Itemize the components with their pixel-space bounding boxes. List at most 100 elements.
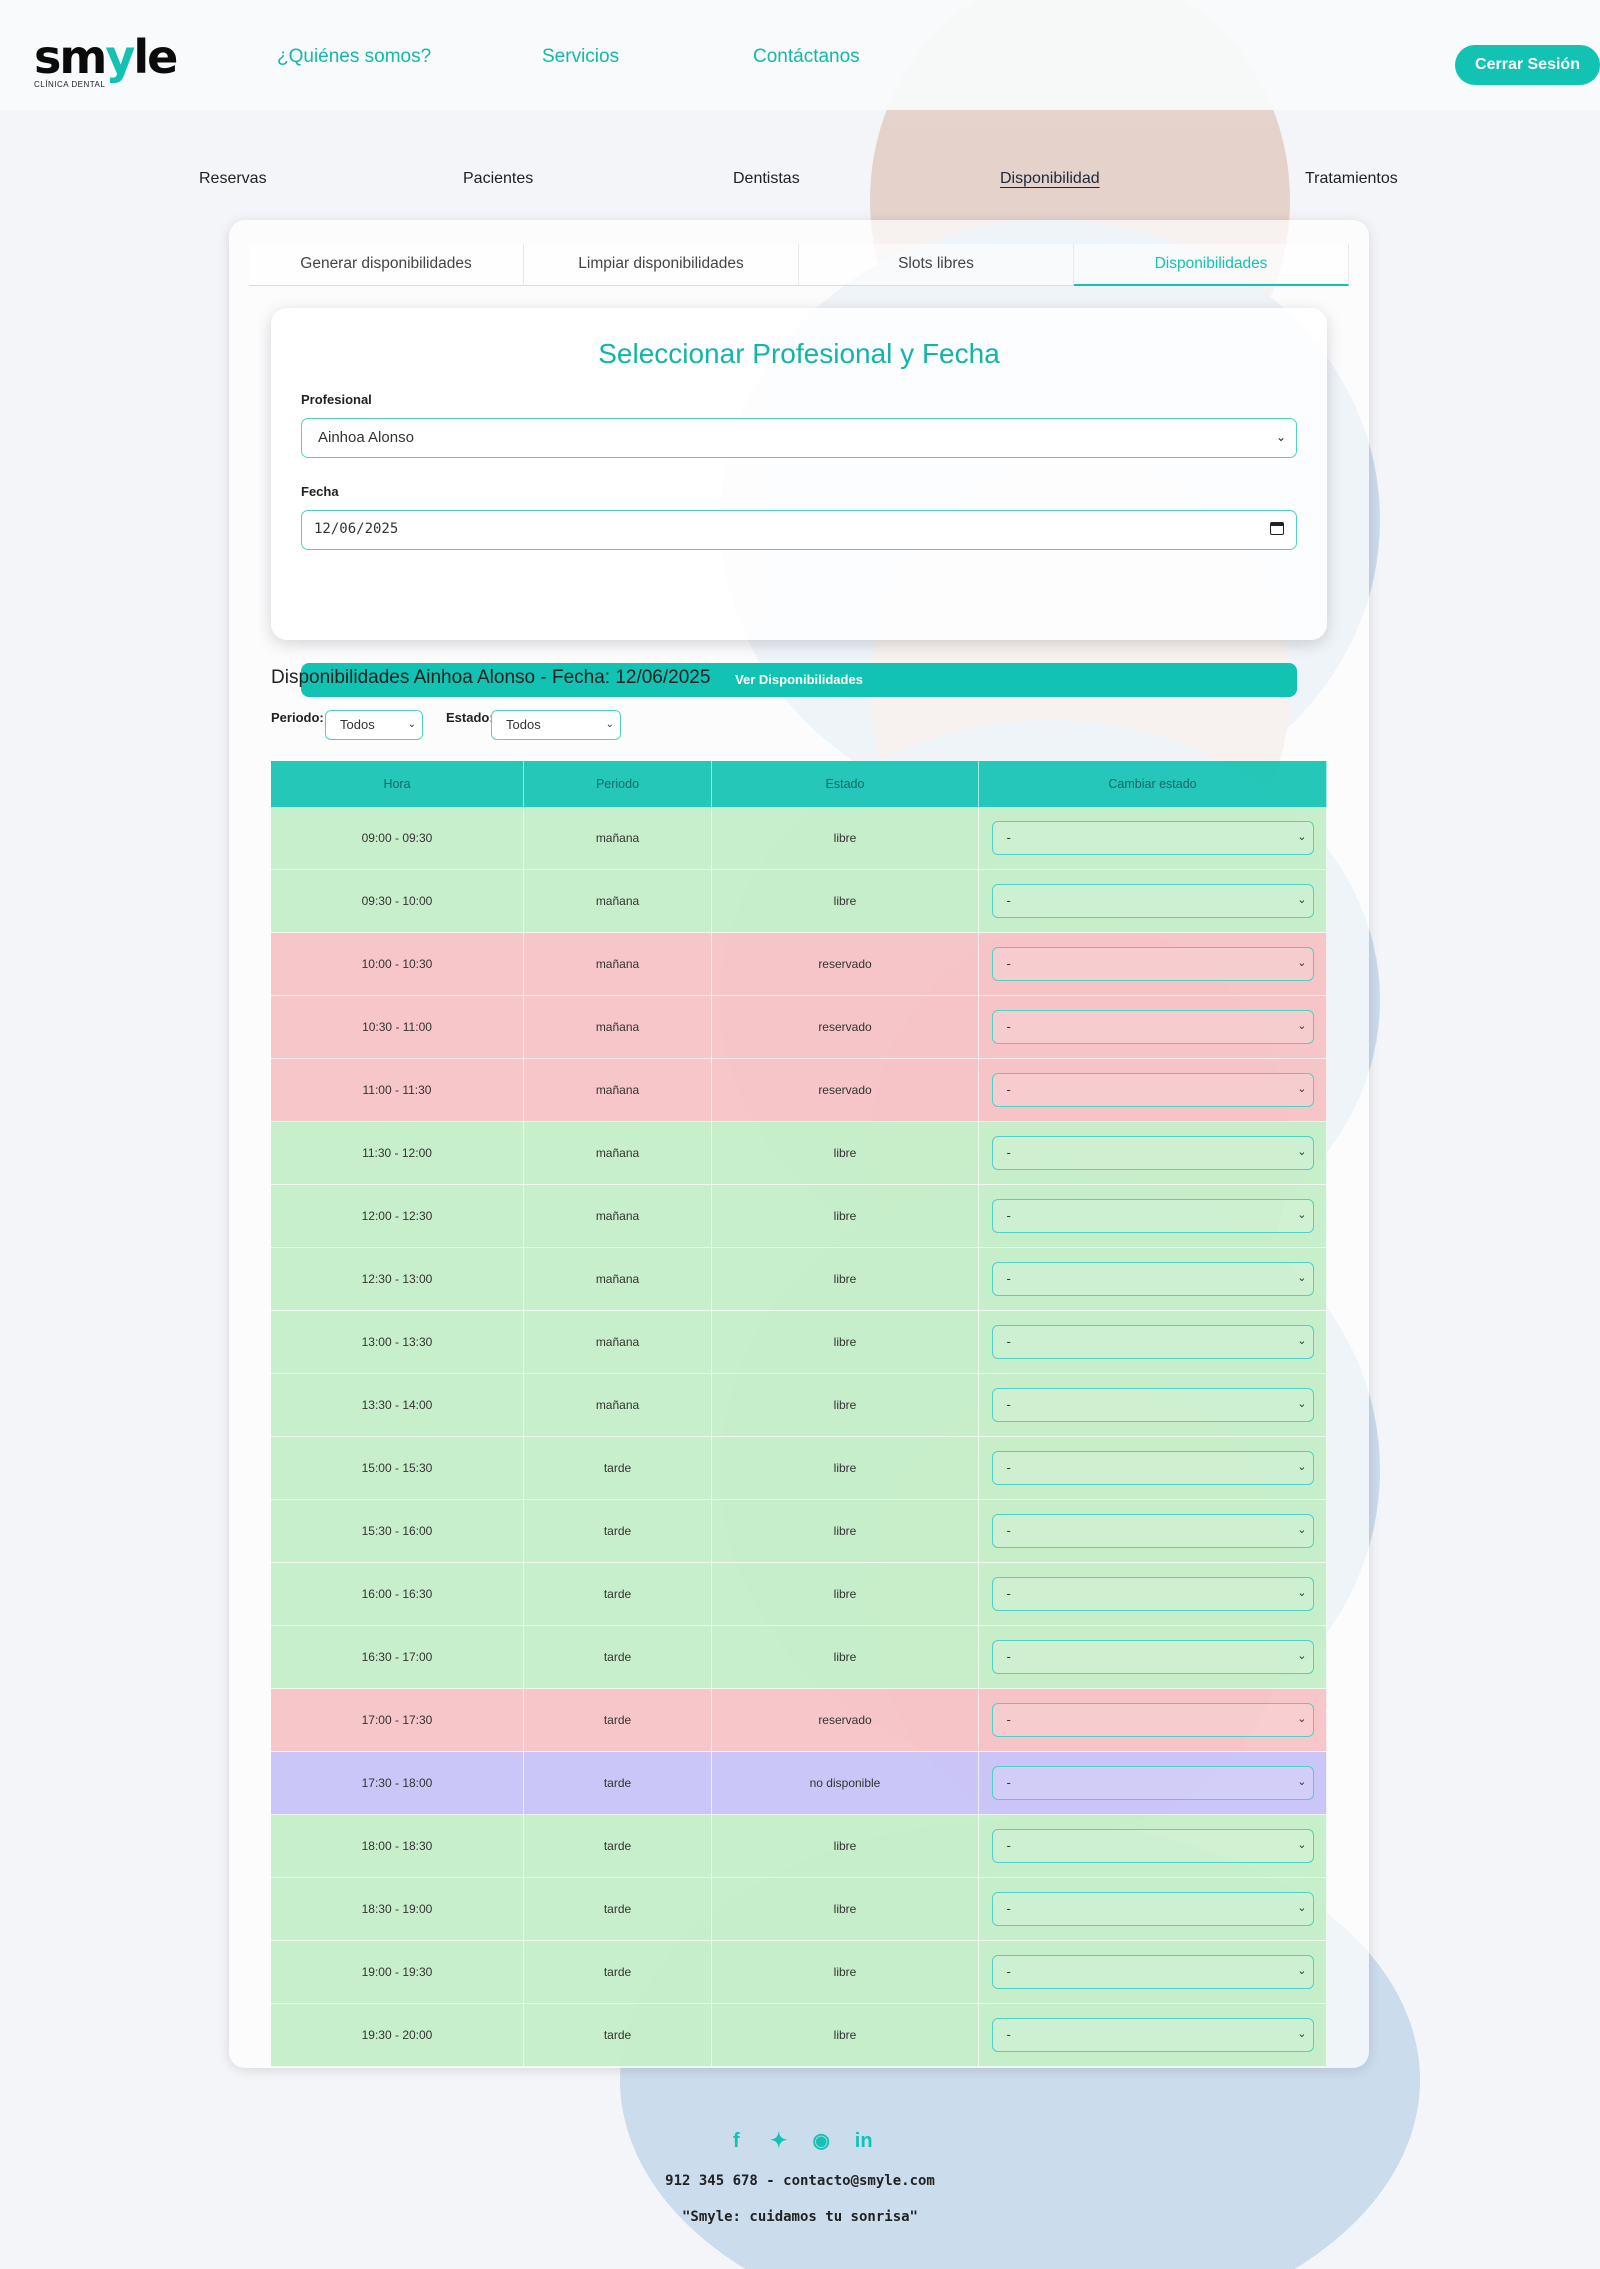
cell-hora: 13:00 - 13:30 — [271, 1310, 524, 1374]
cell-estado: reservado — [711, 1688, 979, 1752]
estado-select[interactable]: - ⌄ — [991, 1703, 1314, 1737]
cell-cambiar-estado: - ⌄ — [978, 1688, 1327, 1752]
nav-about[interactable]: ¿Quiénes somos? — [277, 46, 431, 68]
estado-select[interactable]: - ⌄ — [991, 2018, 1314, 2052]
estado-select[interactable]: - ⌄ — [991, 1955, 1314, 1989]
table-row: 13:00 - 13:30 mañana libre - ⌄ — [271, 1310, 1327, 1374]
table-row: 15:00 - 15:30 tarde libre - ⌄ — [271, 1436, 1327, 1500]
estado-select[interactable]: - ⌄ — [991, 1073, 1314, 1107]
cell-estado: libre — [711, 1940, 979, 2004]
cell-hora: 11:00 - 11:30 — [271, 1058, 524, 1122]
cell-cambiar-estado: - ⌄ — [978, 869, 1327, 933]
cell-periodo: tarde — [523, 1625, 712, 1689]
estado-select[interactable]: - ⌄ — [991, 1766, 1314, 1800]
cell-periodo: mañana — [523, 1373, 712, 1437]
estado-select-value: - — [1006, 1712, 1011, 1727]
cell-periodo: mañana — [523, 1310, 712, 1374]
estado-select[interactable]: - ⌄ — [991, 1577, 1314, 1611]
estado-select[interactable]: - ⌄ — [991, 884, 1314, 918]
cell-cambiar-estado: - ⌄ — [978, 1625, 1327, 1689]
cell-periodo: tarde — [523, 1814, 712, 1878]
estado-select[interactable]: - ⌄ — [991, 1640, 1314, 1674]
subnav-pacientes[interactable]: Pacientes — [463, 170, 533, 188]
fecha-label: Fecha — [301, 484, 339, 499]
periodo-filter[interactable]: Todos ⌄ — [325, 710, 423, 740]
cell-periodo: mañana — [523, 1121, 712, 1185]
cell-periodo: mañana — [523, 1058, 712, 1122]
chevron-down-icon: ⌄ — [1275, 430, 1286, 444]
table-row: 18:00 - 18:30 tarde libre - ⌄ — [271, 1814, 1327, 1878]
estado-select-value: - — [1006, 1145, 1011, 1160]
cell-estado: libre — [711, 1373, 979, 1437]
subnav-reservas[interactable]: Reservas — [199, 170, 267, 188]
tab-slots-libres[interactable]: Slots libres — [799, 244, 1074, 286]
cell-estado: reservado — [711, 932, 979, 996]
cell-hora: 19:30 - 20:00 — [271, 2003, 524, 2067]
header: smyle CLÍNICA DENTAL ¿Quiénes somos? Ser… — [0, 0, 1600, 110]
estado-select[interactable]: - ⌄ — [991, 947, 1314, 981]
instagram-icon[interactable]: ◉ — [808, 2128, 834, 2153]
profesional-select[interactable]: Ainhoa Alonso ⌄ — [301, 418, 1297, 458]
estado-select[interactable]: - ⌄ — [991, 1514, 1314, 1548]
tab-generar[interactable]: Generar disponibilidades — [249, 244, 524, 286]
nav-services[interactable]: Servicios — [542, 46, 619, 68]
estado-select[interactable]: - ⌄ — [991, 821, 1314, 855]
cell-hora: 10:00 - 10:30 — [271, 932, 524, 996]
chevron-down-icon: ⌄ — [1297, 1083, 1307, 1095]
chevron-down-icon: ⌄ — [1297, 1965, 1307, 1977]
estado-select[interactable]: - ⌄ — [991, 1325, 1314, 1359]
chevron-down-icon: ⌄ — [1297, 1461, 1307, 1473]
cell-hora: 18:30 - 19:00 — [271, 1877, 524, 1941]
tab-disponibilidades[interactable]: Disponibilidades — [1074, 244, 1349, 286]
fecha-input[interactable]: 12/06/2025 — [301, 510, 1297, 550]
cell-periodo: tarde — [523, 1562, 712, 1626]
availability-table: Hora Periodo Estado Cambiar estado 09:00… — [271, 761, 1327, 2067]
estado-select-value: - — [1006, 2027, 1011, 2042]
estado-select-value: - — [1006, 1838, 1011, 1853]
cell-estado: libre — [711, 1499, 979, 1563]
estado-select[interactable]: - ⌄ — [991, 1388, 1314, 1422]
facebook-icon[interactable]: f — [723, 2130, 749, 2153]
cell-hora: 12:00 - 12:30 — [271, 1184, 524, 1248]
estado-select[interactable]: - ⌄ — [991, 1136, 1314, 1170]
calendar-icon[interactable] — [1270, 522, 1284, 535]
cell-hora: 12:30 - 13:00 — [271, 1247, 524, 1311]
logout-button[interactable]: Cerrar Sesión — [1455, 45, 1600, 85]
estado-select-value: - — [1006, 1964, 1011, 1979]
estado-select[interactable]: - ⌄ — [991, 1892, 1314, 1926]
estado-select[interactable]: - ⌄ — [991, 1199, 1314, 1233]
cell-periodo: mañana — [523, 807, 712, 870]
estado-select[interactable]: - ⌄ — [991, 1010, 1314, 1044]
tab-limpiar[interactable]: Limpiar disponibilidades — [524, 244, 799, 286]
subnav-dentistas[interactable]: Dentistas — [733, 170, 800, 188]
cell-cambiar-estado: - ⌄ — [978, 1058, 1327, 1122]
estado-filter[interactable]: Todos ⌄ — [491, 710, 621, 740]
nav-contact[interactable]: Contáctanos — [753, 46, 860, 68]
chevron-down-icon: ⌄ — [1297, 1776, 1307, 1788]
chevron-down-icon: ⌄ — [1297, 1902, 1307, 1914]
estado-select[interactable]: - ⌄ — [991, 1262, 1314, 1296]
cell-periodo: tarde — [523, 1436, 712, 1500]
chevron-down-icon: ⌄ — [1297, 894, 1307, 906]
header-periodo: Periodo — [523, 761, 712, 807]
periodo-label: Periodo: — [271, 710, 324, 725]
estado-select-value: - — [1006, 1082, 1011, 1097]
cell-cambiar-estado: - ⌄ — [978, 1247, 1327, 1311]
cell-estado: no disponible — [711, 1751, 979, 1815]
logo[interactable]: smyle CLÍNICA DENTAL — [34, 30, 178, 89]
twitter-icon[interactable]: ✦ — [766, 2128, 792, 2153]
table-row: 10:30 - 11:00 mañana reservado - ⌄ — [271, 995, 1327, 1059]
cell-hora: 19:00 - 19:30 — [271, 1940, 524, 2004]
subnav-disponibilidad[interactable]: Disponibilidad — [1000, 170, 1100, 188]
estado-select-value: - — [1006, 1208, 1011, 1223]
cell-cambiar-estado: - ⌄ — [978, 1877, 1327, 1941]
logo-text: smyle — [34, 30, 178, 84]
estado-select[interactable]: - ⌄ — [991, 1451, 1314, 1485]
estado-select[interactable]: - ⌄ — [991, 1829, 1314, 1863]
estado-filter-value: Todos — [506, 717, 541, 732]
subnav-tratamientos[interactable]: Tratamientos — [1305, 170, 1398, 188]
linkedin-icon[interactable]: in — [851, 2130, 877, 2153]
table-row: 12:30 - 13:00 mañana libre - ⌄ — [271, 1247, 1327, 1311]
cell-periodo: mañana — [523, 932, 712, 996]
estado-select-value: - — [1006, 1334, 1011, 1349]
